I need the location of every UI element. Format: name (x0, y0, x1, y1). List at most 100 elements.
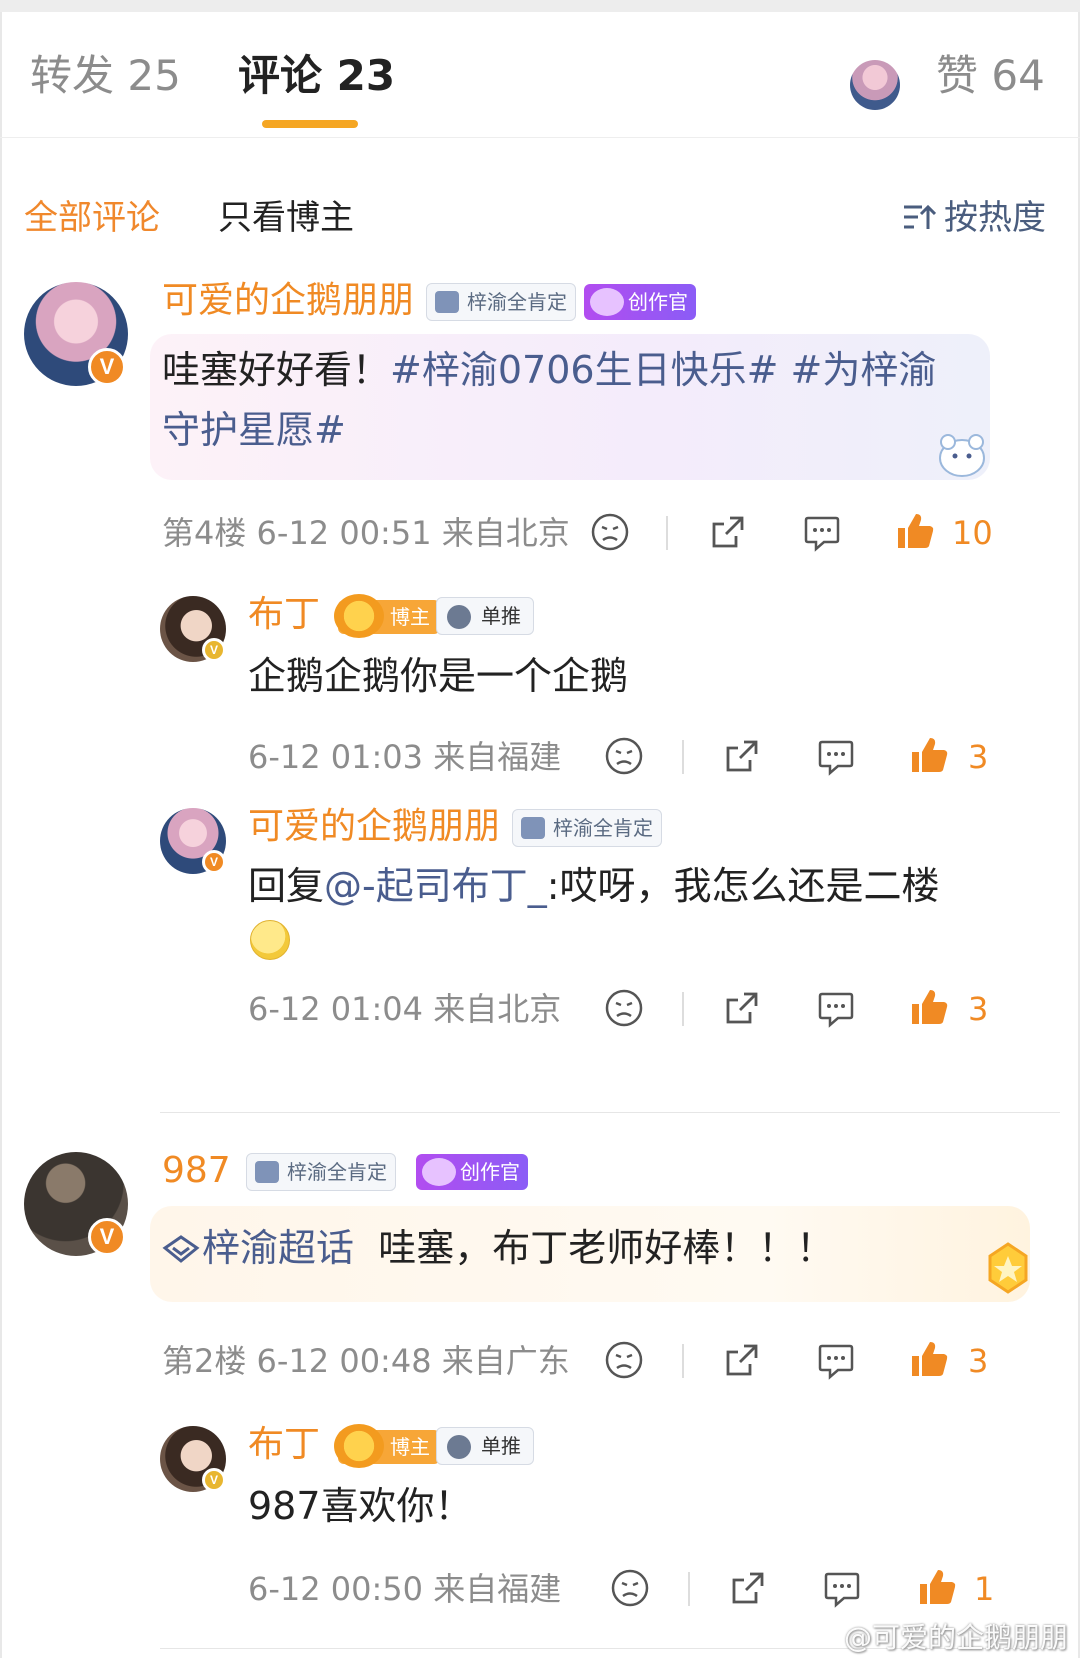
smiling-face-emoji (250, 920, 290, 960)
topic-link[interactable]: 梓渝超话 (162, 1226, 354, 1270)
username[interactable]: 可爱的企鹅朋朋 (248, 802, 500, 852)
fan-tag[interactable]: 梓渝全肯定 (512, 809, 662, 847)
share-icon[interactable] (722, 988, 762, 1028)
calendar-check-icon (435, 291, 459, 313)
reply-prefix: 回复 (248, 864, 325, 908)
mention-link[interactable]: @-起司布丁_ (324, 864, 547, 908)
like-icon[interactable] (908, 734, 950, 776)
reply-meta: 6-12 00:50 来自福建 (248, 1570, 562, 1608)
tab-repost[interactable]: 转发 25 (30, 46, 181, 106)
verified-icon: V (88, 348, 126, 386)
reply-text: 987喜欢你！ (248, 1484, 473, 1528)
share-icon[interactable] (708, 512, 748, 552)
divider (682, 740, 684, 774)
like-icon[interactable] (894, 510, 936, 552)
emoji-react-icon[interactable] (604, 1340, 644, 1380)
fan-tag[interactable]: 梓渝全肯定 (246, 1153, 396, 1191)
crown-icon (334, 1424, 384, 1468)
liker-avatar[interactable] (850, 60, 900, 110)
creator-tag[interactable]: 创作官 (584, 284, 696, 320)
like-count: 10 (952, 514, 993, 552)
fan-tag[interactable]: 梓渝全肯定 (426, 283, 576, 321)
divider (688, 1572, 690, 1606)
tab-likes[interactable]: 赞 64 (936, 46, 1045, 106)
filter-all-comments[interactable]: 全部评论 (24, 190, 160, 246)
verified-icon: V (202, 850, 226, 874)
comment-icon[interactable] (802, 514, 842, 552)
top-strip (0, 0, 1080, 12)
username[interactable]: 987 (162, 1146, 231, 1196)
divider (682, 1344, 684, 1378)
verified-icon: V (202, 1468, 226, 1492)
comment-text-plain: 哇塞，布丁老师好棒！！！ (378, 1226, 835, 1270)
emoji-react-icon[interactable] (604, 736, 644, 776)
comment-meta: 第4楼 6-12 00:51 来自北京 (162, 514, 570, 552)
solo-fan-tag[interactable]: 单推 (436, 597, 534, 635)
comment-text-plain: 哇塞好好看！ (162, 348, 391, 392)
super-topic-icon (162, 1235, 200, 1263)
calendar-check-icon (255, 1161, 279, 1183)
comment-icon[interactable] (816, 990, 856, 1028)
like-count: 3 (968, 738, 989, 776)
thread-divider (160, 1112, 1060, 1113)
verified-icon: V (88, 1218, 126, 1256)
share-icon[interactable] (728, 1568, 768, 1608)
emoji-react-icon[interactable] (610, 1568, 650, 1608)
topic-link-label: 梓渝超话 (202, 1226, 355, 1270)
reply-body: :哎呀，我怎么还是二楼 (546, 864, 940, 908)
creator-tag-label: 创作官 (460, 1160, 520, 1184)
like-icon[interactable] (908, 986, 950, 1028)
sort-by-hot-button[interactable]: 按热度 (902, 190, 1046, 246)
person-icon (447, 1435, 471, 1459)
reply-text: 回复@-起司布丁_:哎呀，我怎么还是二楼 (248, 856, 1008, 916)
fan-tag-label: 梓渝全肯定 (553, 816, 653, 840)
tab-comments[interactable]: 评论 23 (238, 46, 395, 106)
username[interactable]: 可爱的企鹅朋朋 (162, 276, 414, 326)
calendar-check-icon (521, 817, 545, 839)
solo-fan-tag-label: 单推 (481, 1434, 521, 1458)
creator-icon (590, 288, 624, 316)
solo-fan-tag[interactable]: 单推 (436, 1427, 534, 1465)
share-icon[interactable] (722, 736, 762, 776)
star-badge-icon (988, 1242, 1028, 1294)
blogger-tag[interactable]: 博主 (334, 1424, 440, 1468)
like-count: 3 (968, 1342, 989, 1380)
verified-icon: V (202, 638, 226, 662)
like-icon[interactable] (916, 1566, 958, 1608)
comment-icon[interactable] (816, 1342, 856, 1380)
comment-text: 梓渝超话 哇塞，布丁老师好棒！！！ (162, 1218, 982, 1278)
emoji-react-icon[interactable] (590, 512, 630, 552)
solo-fan-tag-label: 单推 (481, 604, 521, 628)
emoji-react-icon[interactable] (604, 988, 644, 1028)
creator-tag-label: 创作官 (628, 290, 688, 314)
reply-meta: 6-12 01:04 来自北京 (248, 990, 562, 1028)
fan-tag-label: 梓渝全肯定 (287, 1160, 387, 1184)
sort-icon (904, 204, 936, 229)
creator-icon (422, 1158, 456, 1186)
comment-text: 哇塞好好看！#梓渝0706生日快乐# #为梓渝守护星愿# (162, 340, 962, 460)
reply-meta: 6-12 01:03 来自福建 (248, 738, 562, 776)
reply-text: 企鹅企鹅你是一个企鹅 (248, 654, 629, 698)
comment-filter-bar: 全部评论 只看博主 按热度 (0, 190, 1080, 246)
username[interactable]: 布丁 (248, 1420, 320, 1470)
comment-meta: 第2楼 6-12 00:48 来自广东 (162, 1342, 570, 1380)
username[interactable]: 布丁 (248, 590, 320, 640)
creator-tag[interactable]: 创作官 (416, 1154, 528, 1190)
comment-icon[interactable] (822, 1570, 862, 1608)
blogger-tag[interactable]: 博主 (334, 594, 440, 638)
tab-indicator (262, 120, 358, 128)
share-icon[interactable] (722, 1340, 762, 1380)
divider (682, 992, 684, 1026)
tab-bar: 转发 25 评论 23 赞 64 (0, 12, 1080, 138)
filter-blogger-only[interactable]: 只看博主 (218, 190, 354, 246)
blogger-tag-label: 博主 (390, 1435, 430, 1459)
divider (666, 516, 668, 550)
like-icon[interactable] (908, 1338, 950, 1380)
like-count: 3 (968, 990, 989, 1028)
sort-label: 按热度 (944, 198, 1046, 238)
person-icon (447, 605, 471, 629)
comment-icon[interactable] (816, 738, 856, 776)
watermark: @可爱的企鹅朋朋 (843, 1621, 1068, 1654)
bear-sticker-icon (939, 434, 985, 477)
crown-icon (334, 594, 384, 638)
